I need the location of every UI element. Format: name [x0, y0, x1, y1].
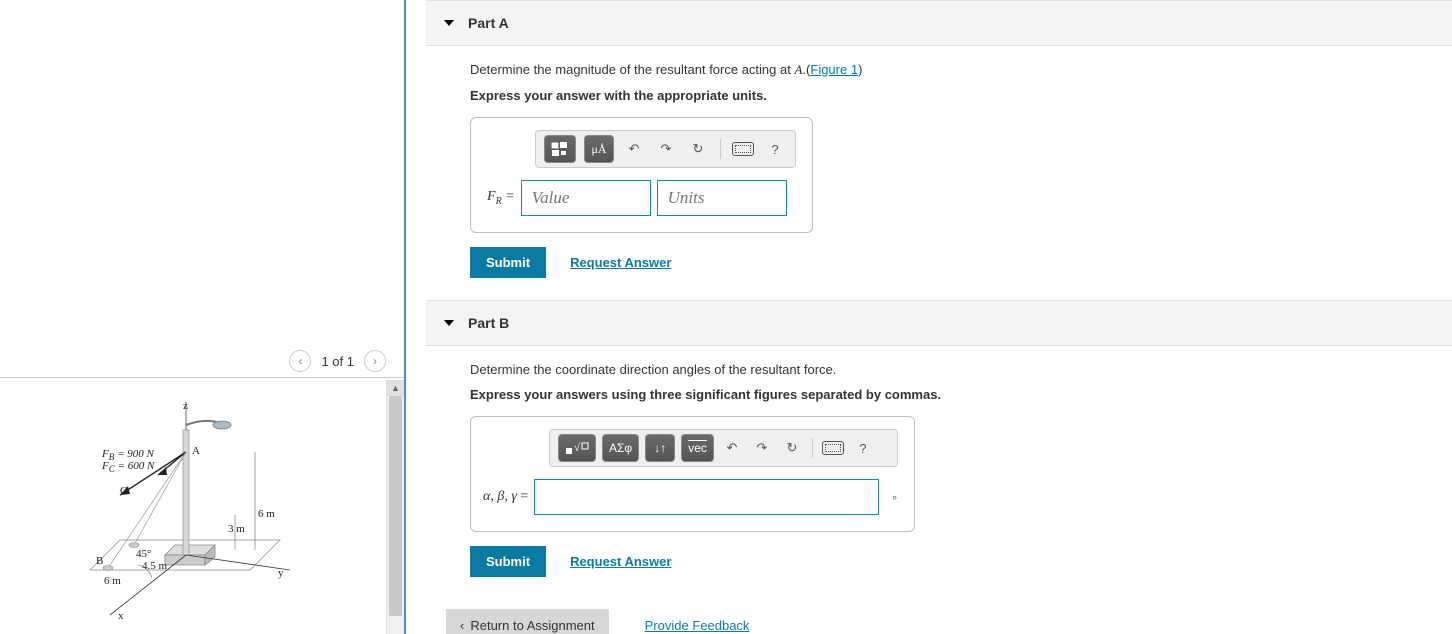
part-a-toolbar: μÅ ↶ ↷ ↻ ?: [535, 130, 796, 168]
templates-button[interactable]: √: [558, 434, 596, 462]
part-a-submit-button[interactable]: Submit: [470, 247, 546, 278]
reset-icon[interactable]: ↻: [686, 135, 710, 163]
undo-icon[interactable]: ↶: [622, 135, 646, 163]
scroll-up-button[interactable]: ▲: [387, 380, 404, 396]
angles-label: α, β, γ =: [483, 489, 528, 505]
part-b-equation-row: α, β, γ = ∘: [483, 479, 898, 515]
redo-icon[interactable]: ↷: [750, 434, 774, 462]
figure-scrollbar[interactable]: ▲: [386, 380, 404, 634]
chevron-left-icon: ‹: [460, 618, 464, 633]
angle-45: 45°: [136, 548, 151, 560]
point-a-label: A: [192, 445, 200, 457]
part-b-request-answer-link[interactable]: Request Answer: [570, 554, 671, 569]
figure-content: z A FB = 900 N FC = 600 N C 6 m 3 m 45° …: [0, 380, 386, 634]
toolbar-sep: [812, 438, 813, 458]
part-a-request-answer-link[interactable]: Request Answer: [570, 255, 671, 270]
figure-next-button[interactable]: ›: [364, 350, 386, 372]
greek-caps-button[interactable]: ΑΣφ: [602, 434, 639, 462]
part-b-actions: Submit Request Answer: [470, 546, 1432, 577]
collapse-icon: [444, 20, 454, 26]
keyboard-icon[interactable]: [821, 434, 845, 462]
dim-6m-b: 6 m: [104, 575, 121, 587]
figure-nav-label: 1 of 1: [321, 354, 354, 369]
keyboard-icon[interactable]: [731, 135, 755, 163]
svg-text:√: √: [574, 442, 581, 454]
part-a-body: Determine the magnitude of the resultant…: [426, 46, 1452, 300]
prompt-prefix: Determine the magnitude of the resultant…: [470, 62, 794, 77]
templates-button[interactable]: [544, 135, 576, 163]
undo-icon[interactable]: ↶: [720, 434, 744, 462]
part-b-prompt: Determine the coordinate direction angle…: [470, 362, 1432, 377]
prompt-close: ): [858, 62, 862, 77]
redo-icon[interactable]: ↷: [654, 135, 678, 163]
part-b-title: Part B: [468, 315, 509, 331]
return-to-assignment-button[interactable]: ‹ Return to Assignment: [446, 609, 609, 634]
point-c-label: C: [120, 485, 127, 497]
part-a-answer-box: μÅ ↶ ↷ ↻ ? FR =: [470, 117, 813, 233]
scroll-thumb[interactable]: [389, 396, 402, 616]
degree-suffix: ∘: [891, 491, 898, 504]
force-fc-label: FC = 600 N: [102, 460, 154, 474]
dim-4-5m: 4.5 m: [142, 560, 167, 572]
toolbar-sep: [720, 139, 721, 159]
part-b-instruction: Express your answers using three signifi…: [470, 387, 1432, 402]
figure-prev-button[interactable]: ‹: [289, 350, 311, 372]
help-icon[interactable]: ?: [851, 434, 875, 462]
part-a-title: Part A: [468, 15, 509, 31]
fr-label: FR =: [487, 189, 515, 207]
part-b-body: Determine the coordinate direction angle…: [426, 346, 1452, 599]
footer-row: ‹ Return to Assignment Provide Feedback: [426, 599, 1452, 634]
value-input[interactable]: [521, 180, 651, 216]
axis-x-label: x: [118, 610, 124, 622]
updown-button[interactable]: ↓↑: [645, 434, 675, 462]
angles-input[interactable]: [534, 479, 879, 515]
vec-button[interactable]: vec: [681, 434, 714, 462]
help-icon[interactable]: ?: [763, 135, 787, 163]
figure-link[interactable]: Figure 1: [810, 62, 858, 77]
dim-3m: 3 m: [228, 523, 245, 535]
part-a-prompt: Determine the magnitude of the resultant…: [470, 62, 1432, 78]
figure-pane: ‹ 1 of 1 ›: [0, 0, 406, 634]
return-label: Return to Assignment: [470, 618, 594, 633]
part-a-header[interactable]: Part A: [426, 0, 1452, 46]
collapse-icon: [444, 320, 454, 326]
units-input[interactable]: [657, 180, 787, 216]
part-a-equation-row: FR =: [487, 180, 796, 216]
provide-feedback-link[interactable]: Provide Feedback: [645, 618, 750, 633]
diagram: z A FB = 900 N FC = 600 N C 6 m 3 m 45° …: [60, 390, 300, 620]
question-pane: Part A Determine the magnitude of the re…: [406, 0, 1452, 634]
axis-z-label: z: [183, 400, 188, 412]
point-b-label: B: [96, 555, 103, 567]
part-b-submit-button[interactable]: Submit: [470, 546, 546, 577]
figure-divider: [0, 377, 404, 378]
part-a-instruction: Express your answer with the appropriate…: [470, 88, 1432, 103]
greek-button[interactable]: μÅ: [584, 135, 614, 163]
part-b-header[interactable]: Part B: [426, 300, 1452, 346]
figure-nav: ‹ 1 of 1 ›: [289, 350, 386, 372]
part-b-toolbar: √ ΑΣφ ↓↑ vec ↶ ↷ ↻ ?: [549, 429, 898, 467]
part-b-answer-box: √ ΑΣφ ↓↑ vec ↶ ↷ ↻ ? α, β, γ =: [470, 416, 915, 532]
reset-icon[interactable]: ↻: [780, 434, 804, 462]
dim-6m-a: 6 m: [258, 508, 275, 520]
axis-y-label: y: [278, 567, 284, 579]
figure-viewport: z A FB = 900 N FC = 600 N C 6 m 3 m 45° …: [0, 380, 404, 634]
part-a-actions: Submit Request Answer: [470, 247, 1432, 278]
